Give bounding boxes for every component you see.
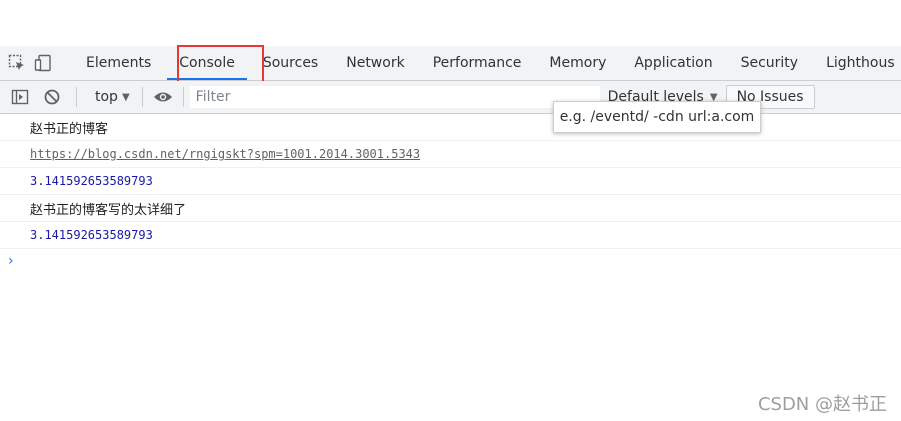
toolbar-divider [141,87,143,107]
console-message: 赵书正的博客写的太详细了 [0,195,901,222]
tab-network[interactable]: Network [332,46,418,80]
device-toggle-icon[interactable] [34,51,52,75]
tab-elements[interactable]: Elements [72,46,165,80]
eye-icon[interactable] [151,85,175,109]
inspect-element-icon[interactable] [8,51,26,75]
toolbar-divider [76,87,77,107]
tab-console[interactable]: Console [165,46,249,80]
context-value: top [95,89,118,105]
sidebar-toggle-icon[interactable] [8,85,32,109]
console-toolbar: top ▼ Default levels ▼ No Issues [0,81,901,114]
chevron-right-icon: › [8,253,14,269]
link-text[interactable]: https://blog.csdn.net/rngigskt?spm=1001.… [30,147,420,161]
tab-memory[interactable]: Memory [535,46,620,80]
tab-security[interactable]: Security [727,46,813,80]
filter-input[interactable] [189,86,600,108]
console-message-link[interactable]: https://blog.csdn.net/rngigskt?spm=1001.… [0,141,901,168]
console-message: 3.141592653589793 [0,222,901,249]
console-output: 赵书正的博客 https://blog.csdn.net/rngigskt?sp… [0,114,901,273]
toolbar-divider [182,87,184,107]
tab-application[interactable]: Application [620,46,726,80]
tab-sources[interactable]: Sources [249,46,332,80]
caret-down-icon: ▼ [121,91,130,103]
clear-console-icon[interactable] [40,85,64,109]
console-message: 赵书正的博客 [0,114,901,141]
console-message: 3.141592653589793 [0,168,901,195]
console-prompt[interactable]: › [0,249,901,273]
watermark: CSDN @赵书正 [757,394,887,415]
tab-lighthouse[interactable]: Lighthous [812,46,901,80]
context-selector[interactable]: top ▼ [95,89,130,105]
tab-performance[interactable]: Performance [419,46,536,80]
devtools-tab-bar: Elements Console Sources Network Perform… [0,46,901,81]
